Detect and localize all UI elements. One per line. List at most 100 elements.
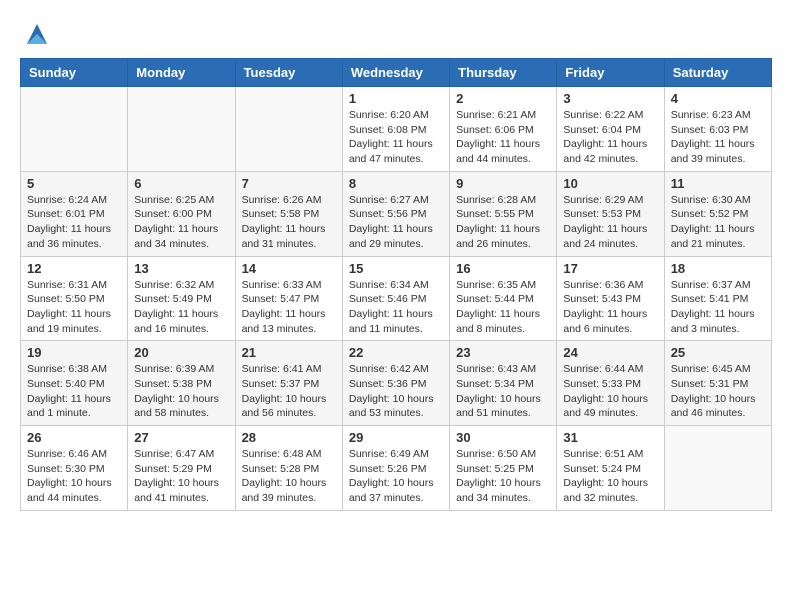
day-info: Sunrise: 6:20 AM Sunset: 6:08 PM Dayligh… bbox=[349, 108, 443, 167]
day-info: Sunrise: 6:32 AM Sunset: 5:49 PM Dayligh… bbox=[134, 278, 228, 337]
day-number: 6 bbox=[134, 176, 228, 191]
day-info: Sunrise: 6:25 AM Sunset: 6:00 PM Dayligh… bbox=[134, 193, 228, 252]
day-number: 19 bbox=[27, 345, 121, 360]
calendar-table: SundayMondayTuesdayWednesdayThursdayFrid… bbox=[20, 58, 772, 511]
calendar-cell: 7Sunrise: 6:26 AM Sunset: 5:58 PM Daylig… bbox=[235, 171, 342, 256]
calendar-week-row: 5 Sunrise: 6:24 AM Sunset: 6:01 PM Daylig… bbox=[21, 171, 772, 256]
day-info: Sunrise: 6:23 AM Sunset: 6:03 PM Dayligh… bbox=[671, 108, 765, 167]
day-info: Sunrise: 6:44 AM Sunset: 5:33 PM Dayligh… bbox=[563, 362, 657, 421]
day-number: 21 bbox=[242, 345, 336, 360]
calendar-cell: 25Sunrise: 6:45 AM Sunset: 5:31 PM Dayli… bbox=[664, 341, 771, 426]
calendar-cell: 5 Sunrise: 6:24 AM Sunset: 6:01 PM Daylig… bbox=[21, 171, 128, 256]
day-number: 23 bbox=[456, 345, 550, 360]
calendar-cell: 26 Sunrise: 6:46 AM Sunset: 5:30 PM Dayli… bbox=[21, 426, 128, 511]
day-header-wednesday: Wednesday bbox=[342, 59, 449, 87]
day-number: 2 bbox=[456, 91, 550, 106]
day-number: 29 bbox=[349, 430, 443, 445]
calendar-cell: 22Sunrise: 6:42 AM Sunset: 5:36 PM Dayli… bbox=[342, 341, 449, 426]
calendar-cell bbox=[235, 87, 342, 172]
calendar-cell: 14 Sunrise: 6:33 AM Sunset: 5:47 PM Dayli… bbox=[235, 256, 342, 341]
calendar-week-row: 1Sunrise: 6:20 AM Sunset: 6:08 PM Daylig… bbox=[21, 87, 772, 172]
day-info: Sunrise: 6:33 AM Sunset: 5:47 PM Dayligh… bbox=[242, 278, 336, 337]
day-info: Sunrise: 6:29 AM Sunset: 5:53 PM Dayligh… bbox=[563, 193, 657, 252]
day-info: Sunrise: 6:50 AM Sunset: 5:25 PM Dayligh… bbox=[456, 447, 550, 506]
day-number: 9 bbox=[456, 176, 550, 191]
logo-icon bbox=[23, 20, 51, 48]
day-number: 11 bbox=[671, 176, 765, 191]
day-number: 17 bbox=[563, 261, 657, 276]
day-header-friday: Friday bbox=[557, 59, 664, 87]
calendar-cell: 2Sunrise: 6:21 AM Sunset: 6:06 PM Daylig… bbox=[450, 87, 557, 172]
day-number: 26 bbox=[27, 430, 121, 445]
day-info: Sunrise: 6:49 AM Sunset: 5:26 PM Dayligh… bbox=[349, 447, 443, 506]
day-info: Sunrise: 6:31 AM Sunset: 5:50 PM Dayligh… bbox=[27, 278, 121, 337]
day-info: Sunrise: 6:30 AM Sunset: 5:52 PM Dayligh… bbox=[671, 193, 765, 252]
day-info: Sunrise: 6:48 AM Sunset: 5:28 PM Dayligh… bbox=[242, 447, 336, 506]
calendar-cell: 9 Sunrise: 6:28 AM Sunset: 5:55 PM Daylig… bbox=[450, 171, 557, 256]
calendar-cell: 30 Sunrise: 6:50 AM Sunset: 5:25 PM Dayli… bbox=[450, 426, 557, 511]
calendar-cell: 4 Sunrise: 6:23 AM Sunset: 6:03 PM Daylig… bbox=[664, 87, 771, 172]
calendar-cell: 8 Sunrise: 6:27 AM Sunset: 5:56 PM Daylig… bbox=[342, 171, 449, 256]
day-number: 13 bbox=[134, 261, 228, 276]
day-info: Sunrise: 6:22 AM Sunset: 6:04 PM Dayligh… bbox=[563, 108, 657, 167]
day-header-thursday: Thursday bbox=[450, 59, 557, 87]
day-info: Sunrise: 6:24 AM Sunset: 6:01 PM Dayligh… bbox=[27, 193, 121, 252]
calendar-cell: 11 Sunrise: 6:30 AM Sunset: 5:52 PM Dayli… bbox=[664, 171, 771, 256]
day-number: 5 bbox=[27, 176, 121, 191]
calendar-cell: 29 Sunrise: 6:49 AM Sunset: 5:26 PM Dayli… bbox=[342, 426, 449, 511]
day-number: 7 bbox=[242, 176, 336, 191]
calendar-week-row: 26 Sunrise: 6:46 AM Sunset: 5:30 PM Dayli… bbox=[21, 426, 772, 511]
day-info: Sunrise: 6:42 AM Sunset: 5:36 PM Dayligh… bbox=[349, 362, 443, 421]
day-info: Sunrise: 6:47 AM Sunset: 5:29 PM Dayligh… bbox=[134, 447, 228, 506]
calendar-week-row: 12 Sunrise: 6:31 AM Sunset: 5:50 PM Dayli… bbox=[21, 256, 772, 341]
day-info: Sunrise: 6:28 AM Sunset: 5:55 PM Dayligh… bbox=[456, 193, 550, 252]
day-number: 18 bbox=[671, 261, 765, 276]
calendar-cell: 13 Sunrise: 6:32 AM Sunset: 5:49 PM Dayli… bbox=[128, 256, 235, 341]
day-info: Sunrise: 6:43 AM Sunset: 5:34 PM Dayligh… bbox=[456, 362, 550, 421]
day-number: 28 bbox=[242, 430, 336, 445]
day-info: Sunrise: 6:45 AM Sunset: 5:31 PM Dayligh… bbox=[671, 362, 765, 421]
day-number: 8 bbox=[349, 176, 443, 191]
day-info: Sunrise: 6:38 AM Sunset: 5:40 PM Dayligh… bbox=[27, 362, 121, 421]
calendar-cell: 24 Sunrise: 6:44 AM Sunset: 5:33 PM Dayli… bbox=[557, 341, 664, 426]
day-info: Sunrise: 6:36 AM Sunset: 5:43 PM Dayligh… bbox=[563, 278, 657, 337]
calendar-week-row: 19 Sunrise: 6:38 AM Sunset: 5:40 PM Dayli… bbox=[21, 341, 772, 426]
calendar-cell: 17 Sunrise: 6:36 AM Sunset: 5:43 PM Dayli… bbox=[557, 256, 664, 341]
day-header-saturday: Saturday bbox=[664, 59, 771, 87]
calendar-cell: 10 Sunrise: 6:29 AM Sunset: 5:53 PM Dayli… bbox=[557, 171, 664, 256]
calendar-cell: 19 Sunrise: 6:38 AM Sunset: 5:40 PM Dayli… bbox=[21, 341, 128, 426]
logo bbox=[20, 20, 51, 48]
calendar-cell: 15Sunrise: 6:34 AM Sunset: 5:46 PM Dayli… bbox=[342, 256, 449, 341]
day-number: 4 bbox=[671, 91, 765, 106]
day-info: Sunrise: 6:41 AM Sunset: 5:37 PM Dayligh… bbox=[242, 362, 336, 421]
day-number: 12 bbox=[27, 261, 121, 276]
calendar-header-row: SundayMondayTuesdayWednesdayThursdayFrid… bbox=[21, 59, 772, 87]
calendar-cell: 21 Sunrise: 6:41 AM Sunset: 5:37 PM Dayli… bbox=[235, 341, 342, 426]
day-info: Sunrise: 6:37 AM Sunset: 5:41 PM Dayligh… bbox=[671, 278, 765, 337]
page-header bbox=[20, 20, 772, 48]
day-header-sunday: Sunday bbox=[21, 59, 128, 87]
calendar-cell bbox=[664, 426, 771, 511]
day-number: 14 bbox=[242, 261, 336, 276]
calendar-cell: 3 Sunrise: 6:22 AM Sunset: 6:04 PM Daylig… bbox=[557, 87, 664, 172]
calendar-cell: 27 Sunrise: 6:47 AM Sunset: 5:29 PM Dayli… bbox=[128, 426, 235, 511]
calendar-cell: 28 Sunrise: 6:48 AM Sunset: 5:28 PM Dayli… bbox=[235, 426, 342, 511]
day-info: Sunrise: 6:27 AM Sunset: 5:56 PM Dayligh… bbox=[349, 193, 443, 252]
calendar-cell bbox=[21, 87, 128, 172]
calendar-cell bbox=[128, 87, 235, 172]
day-number: 30 bbox=[456, 430, 550, 445]
day-number: 15 bbox=[349, 261, 443, 276]
day-number: 24 bbox=[563, 345, 657, 360]
day-number: 3 bbox=[563, 91, 657, 106]
calendar-cell: 6 Sunrise: 6:25 AM Sunset: 6:00 PM Daylig… bbox=[128, 171, 235, 256]
calendar-cell: 12 Sunrise: 6:31 AM Sunset: 5:50 PM Dayli… bbox=[21, 256, 128, 341]
day-number: 27 bbox=[134, 430, 228, 445]
day-number: 10 bbox=[563, 176, 657, 191]
day-number: 20 bbox=[134, 345, 228, 360]
day-info: Sunrise: 6:46 AM Sunset: 5:30 PM Dayligh… bbox=[27, 447, 121, 506]
day-number: 31 bbox=[563, 430, 657, 445]
calendar-cell: 1Sunrise: 6:20 AM Sunset: 6:08 PM Daylig… bbox=[342, 87, 449, 172]
day-info: Sunrise: 6:39 AM Sunset: 5:38 PM Dayligh… bbox=[134, 362, 228, 421]
calendar-cell: 20 Sunrise: 6:39 AM Sunset: 5:38 PM Dayli… bbox=[128, 341, 235, 426]
day-header-tuesday: Tuesday bbox=[235, 59, 342, 87]
